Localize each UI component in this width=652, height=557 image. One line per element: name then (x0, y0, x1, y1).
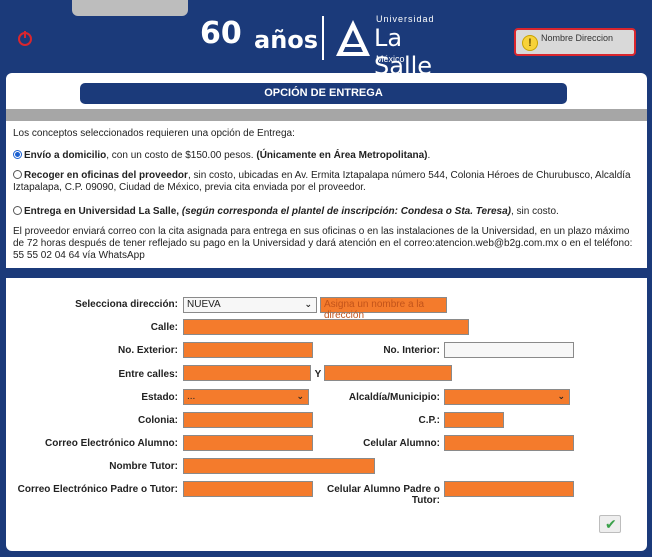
zip-input[interactable] (444, 412, 504, 428)
form-divider (6, 268, 647, 278)
radio-pickup-provider[interactable] (13, 170, 22, 179)
municipality-select[interactable]: ⌄ (444, 389, 570, 405)
street-label: Calle: (150, 322, 178, 333)
option-pickup-university[interactable]: Entrega en Universidad La Salle, (según … (13, 206, 641, 218)
state-select[interactable]: ... ⌄ (183, 389, 309, 405)
state-select-value: ... (187, 391, 196, 402)
colony-input[interactable] (183, 412, 313, 428)
intro-text: Los conceptos seleccionados requieren un… (13, 128, 295, 139)
street-input[interactable] (183, 319, 469, 335)
page-title: OPCIÓN DE ENTREGA (80, 83, 567, 104)
logo-country: México (376, 54, 405, 64)
student-phone-input[interactable] (444, 435, 574, 451)
section-divider (6, 109, 647, 121)
address-select[interactable]: NUEVA ⌄ (183, 297, 317, 313)
student-email-label: Correo Electrónico Alumno: (45, 438, 178, 449)
logo-number: 60 (200, 16, 242, 51)
address-name-input[interactable]: Asigna un nombre a la dirección (320, 297, 447, 321)
user-name: Nombre Direccion (541, 33, 614, 43)
top-tab (72, 0, 188, 16)
student-phone-label: Celular Alumno: (363, 438, 440, 449)
tutor-email-input[interactable] (183, 481, 313, 497)
delivery-card: OPCIÓN DE ENTREGA Los conceptos seleccio… (6, 73, 647, 551)
option-label: Recoger en oficinas del proveedor (24, 170, 188, 181)
ext-number-label: No. Exterior: (117, 345, 178, 356)
address-select-value: NUEVA (187, 299, 221, 310)
option-label: Entrega en Universidad La Salle, (24, 206, 182, 217)
confirm-button[interactable]: ✔ (599, 515, 621, 533)
option-tail: . (427, 150, 431, 161)
logo-text: años (254, 26, 319, 54)
ext-number-input[interactable] (183, 342, 313, 358)
tutor-name-input[interactable] (183, 458, 375, 474)
option-text: , con un costo de $150.00 pesos. (106, 150, 257, 161)
between-streets-label: Entre calles: (118, 369, 178, 380)
option-text: , sin costo. (511, 206, 559, 217)
option-note: (Únicamente en Área Metropolitana) (256, 150, 428, 161)
address-name-placeholder: Asigna un nombre a la dirección (324, 299, 425, 321)
lasalle-shield-icon (336, 20, 370, 56)
tutor-phone-input[interactable] (444, 481, 574, 497)
colony-label: Colonia: (138, 415, 178, 426)
student-email-input[interactable] (183, 435, 313, 451)
tutor-phone-label: Celular Alumno Padre o Tutor: (327, 484, 440, 506)
university-logo: 60 años Universidad La Salle México (200, 8, 460, 80)
power-icon[interactable] (18, 31, 32, 46)
zip-label: C.P.: (418, 415, 441, 426)
checkmark-icon: ✔ (605, 516, 617, 532)
select-address-label: Selecciona dirección: (75, 299, 178, 310)
chevron-down-icon: ⌄ (557, 391, 565, 401)
between-street-1-input[interactable] (183, 365, 311, 381)
tutor-name-label: Nombre Tutor: (109, 461, 178, 472)
option-note: (según corresponda el plantel de inscrip… (181, 206, 511, 217)
municipality-label: Alcaldía/Municipio: (348, 392, 440, 403)
int-number-label: No. Interior: (383, 345, 440, 356)
warning-icon: ! (522, 35, 538, 51)
provider-note: El proveedor enviará correo con la cita … (13, 226, 633, 261)
radio-pickup-university[interactable] (13, 206, 22, 215)
logo-divider (322, 16, 324, 60)
int-number-input[interactable] (444, 342, 574, 358)
chevron-down-icon: ⌄ (304, 299, 312, 309)
between-street-2-input[interactable] (324, 365, 452, 381)
option-home-delivery[interactable]: Envío a domicilio, con un costo de $150.… (13, 150, 641, 162)
chevron-down-icon: ⌄ (296, 391, 304, 401)
logo-name: La Salle (374, 24, 433, 80)
tutor-email-label: Correo Electrónico Padre o Tutor: (17, 484, 178, 495)
logo-university: Universidad (376, 14, 435, 24)
app-frame: 60 años Universidad La Salle México ! No… (0, 0, 652, 557)
user-box[interactable]: ! Nombre Direccion (514, 28, 636, 56)
radio-home-delivery[interactable] (13, 150, 22, 159)
between-and-label: Y (314, 369, 322, 380)
state-label: Estado: (141, 392, 178, 403)
option-pickup-provider[interactable]: Recoger en oficinas del proveedor, sin c… (13, 170, 641, 194)
option-label: Envío a domicilio (24, 150, 107, 161)
